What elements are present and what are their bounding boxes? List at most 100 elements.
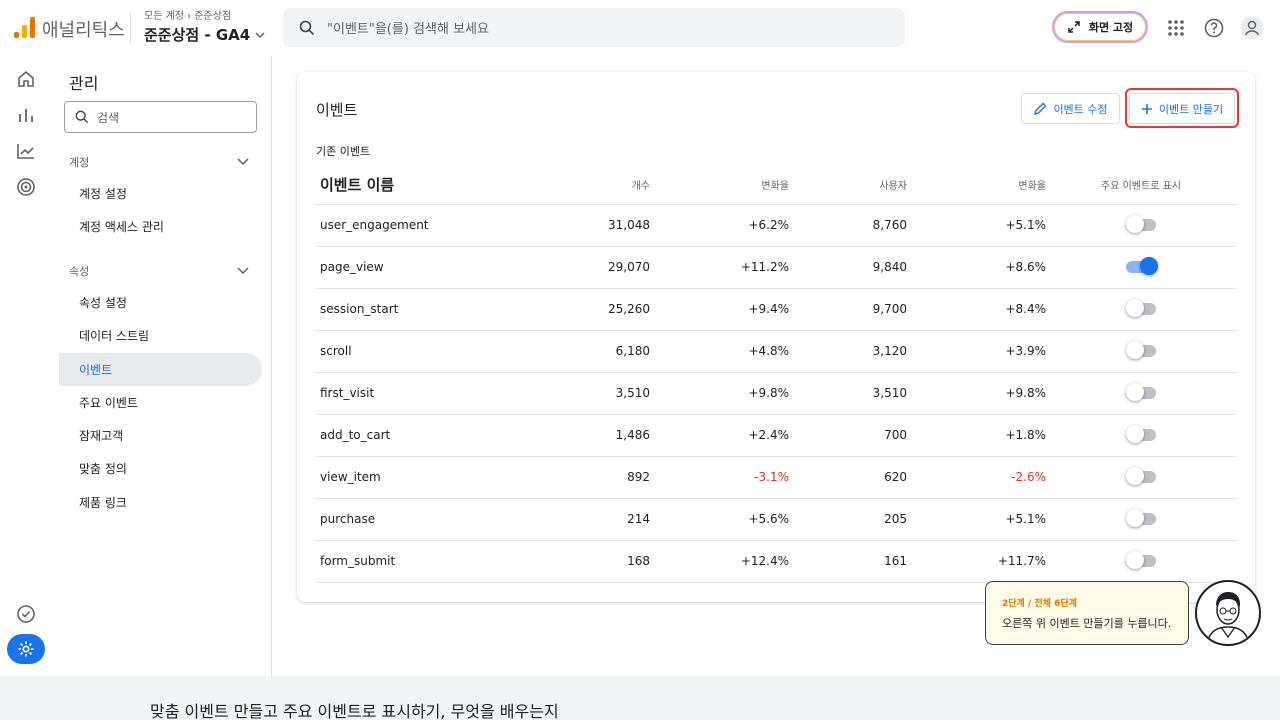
key-event-cell <box>1046 288 1236 331</box>
event-name[interactable]: session_start <box>316 288 546 331</box>
analytics-logo-icon[interactable] <box>14 16 35 38</box>
toggle-knob <box>1140 257 1158 276</box>
sidebar-search-placeholder: 검색 <box>97 110 120 125</box>
table-row[interactable]: view_item 892 -3.1% 620 -2.6% <box>316 456 1236 499</box>
key-event-toggle[interactable] <box>1126 467 1156 486</box>
event-name[interactable]: first_visit <box>316 372 546 415</box>
property-selector[interactable]: 준준상점 - GA4 <box>144 24 266 45</box>
event-name[interactable]: add_to_cart <box>316 414 546 457</box>
pin-screen-button[interactable]: 화면 고정 <box>1052 11 1148 43</box>
advertising-icon[interactable] <box>13 174 39 200</box>
create-event-button[interactable]: 이벤트 만들기 <box>1129 93 1235 124</box>
event-users-change: +8.4% <box>907 288 1046 331</box>
key-event-toggle[interactable] <box>1126 341 1156 360</box>
sidebar-item-product-links[interactable]: 제품 링크 <box>59 486 262 519</box>
breadcrumb[interactable]: 모든 계정 › 준준상점 <box>144 7 231 22</box>
sidebar-search-input[interactable]: 검색 <box>64 101 257 133</box>
key-event-toggle[interactable] <box>1126 383 1156 402</box>
event-users-change: +8.6% <box>907 246 1046 289</box>
sidebar-item-events[interactable]: 이벤트 <box>59 353 262 386</box>
col-users[interactable]: 사용자 <box>789 166 907 205</box>
event-count: 214 <box>546 498 650 541</box>
sidebar-item-key-events[interactable]: 주요 이벤트 <box>59 386 262 419</box>
help-icon[interactable] <box>1202 16 1226 40</box>
divider <box>130 12 131 44</box>
col-count-change[interactable]: 변화율 <box>650 166 789 205</box>
search-icon <box>299 20 315 35</box>
event-count-change: +4.8% <box>650 330 789 373</box>
event-count: 25,260 <box>546 288 650 331</box>
existing-events-subtitle: 기존 이벤트 <box>316 145 371 158</box>
col-event-name[interactable]: 이벤트 이름 <box>316 166 546 205</box>
card-title: 이벤트 <box>316 101 358 119</box>
key-event-toggle[interactable] <box>1126 425 1156 444</box>
table-header-row: 이벤트 이름 개수 변화율 사용자 변화율 주요 이벤트로 표시 <box>316 166 1236 205</box>
event-name[interactable]: page_view <box>316 246 546 289</box>
sidebar-item-account-settings[interactable]: 계정 설정 <box>59 177 262 210</box>
event-name[interactable]: scroll <box>316 330 546 373</box>
breadcrumb-root: 모든 계정 <box>144 11 184 22</box>
edit-event-button[interactable]: 이벤트 수정 <box>1021 93 1120 124</box>
admin-settings-icon[interactable] <box>7 634 45 664</box>
event-name[interactable]: purchase <box>316 498 546 541</box>
search-input[interactable]: "이벤트"을(를) 검색해 보세요 <box>283 8 905 47</box>
brand-name: 애널리틱스 <box>42 20 125 41</box>
event-name[interactable]: form_submit <box>316 540 546 583</box>
key-event-cell <box>1046 540 1236 583</box>
key-event-toggle[interactable] <box>1126 509 1156 528</box>
guide-illustration-icon <box>1206 592 1250 644</box>
event-count: 31,048 <box>546 204 650 247</box>
event-count-change: +11.2% <box>650 246 789 289</box>
event-users: 161 <box>789 540 907 583</box>
table-row[interactable]: first_visit 3,510 +9.8% 3,510 +9.8% <box>316 372 1236 415</box>
key-event-cell <box>1046 246 1236 289</box>
video-caption-bar: 맞춤 이벤트 만들고 주요 이벤트로 표시하기, 무엇을 배우는지 <box>0 676 1280 721</box>
home-icon[interactable] <box>13 66 39 92</box>
table-row[interactable]: session_start 25,260 +9.4% 9,700 +8.4% <box>316 288 1236 331</box>
sidebar-item-custom-definitions[interactable]: 맞춤 정의 <box>59 452 262 485</box>
reports-icon[interactable] <box>13 102 39 128</box>
event-name[interactable]: view_item <box>316 456 546 499</box>
key-event-toggle[interactable] <box>1126 257 1158 276</box>
event-count-change: +5.6% <box>650 498 789 541</box>
sidebar-item-account-access[interactable]: 계정 액세스 관리 <box>59 210 262 243</box>
account-avatar-icon[interactable] <box>1240 16 1264 40</box>
nav-rail <box>0 56 52 676</box>
key-event-toggle[interactable] <box>1126 215 1156 234</box>
search-icon <box>75 110 89 124</box>
chevron-up-icon[interactable] <box>236 263 250 277</box>
table-row[interactable]: form_submit 168 +12.4% 161 +11.7% <box>316 540 1236 583</box>
table-row[interactable]: purchase 214 +5.6% 205 +5.1% <box>316 498 1236 541</box>
section-property[interactable]: 속성 <box>69 263 89 279</box>
event-name[interactable]: user_engagement <box>316 204 546 247</box>
sidebar-item-property-settings[interactable]: 속성 설정 <box>59 286 262 319</box>
key-event-toggle[interactable] <box>1126 299 1156 318</box>
sidebar-item-audiences[interactable]: 잠재고객 <box>59 419 262 452</box>
table-row[interactable]: add_to_cart 1,486 +2.4% 700 +1.8% <box>316 414 1236 457</box>
table-row[interactable]: scroll 6,180 +4.8% 3,120 +3.9% <box>316 330 1236 373</box>
key-event-toggle[interactable] <box>1126 551 1156 570</box>
event-users: 205 <box>789 498 907 541</box>
section-account[interactable]: 계정 <box>69 154 89 170</box>
event-users: 9,840 <box>789 246 907 289</box>
event-count: 168 <box>546 540 650 583</box>
pencil-icon <box>1034 102 1047 115</box>
event-users: 3,120 <box>789 330 907 373</box>
check-circle-icon[interactable] <box>13 601 39 627</box>
col-users-change[interactable]: 변화율 <box>907 166 1046 205</box>
col-count[interactable]: 개수 <box>546 166 650 205</box>
table-row[interactable]: page_view 29,070 +11.2% 9,840 +8.6% <box>316 246 1236 289</box>
chevron-up-icon[interactable] <box>236 154 250 168</box>
events-card: 이벤트 이벤트 수정 이벤트 만들기 기존 이벤트 이벤트 이름 개수 변화율 … <box>297 72 1255 602</box>
event-count: 892 <box>546 456 650 499</box>
table-row[interactable]: user_engagement 31,048 +6.2% 8,760 +5.1% <box>316 204 1236 247</box>
create-event-label: 이벤트 만들기 <box>1158 102 1224 116</box>
key-event-cell <box>1046 204 1236 247</box>
event-count-change: +12.4% <box>650 540 789 583</box>
top-bar: 애널리틱스 모든 계정 › 준준상점 준준상점 - GA4 "이벤트"을(를) … <box>0 0 1280 56</box>
event-count: 3,510 <box>546 372 650 415</box>
explore-icon[interactable] <box>13 138 39 164</box>
sidebar-item-data-streams[interactable]: 데이터 스트림 <box>59 319 262 352</box>
apps-grid-icon[interactable] <box>1164 16 1188 40</box>
event-count: 29,070 <box>546 246 650 289</box>
